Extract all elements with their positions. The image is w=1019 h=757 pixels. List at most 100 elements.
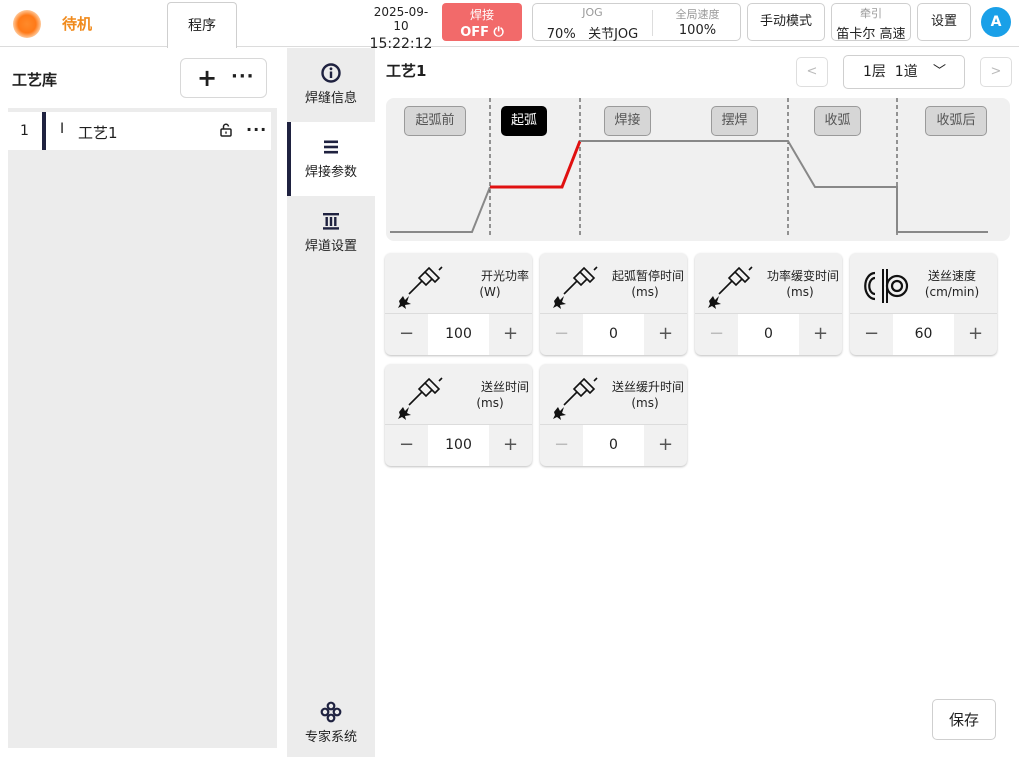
decrement-button[interactable]: − [695,314,738,355]
param-unit: (ms) [631,396,659,410]
date-text: 2025-09-10 [373,5,429,33]
param-stepper: −0 + [540,424,687,466]
param-value-input[interactable]: 100 [428,314,489,355]
layer-pass-select[interactable]: 1层 1道 ﹀ [843,55,965,89]
jog-value: 70% 关节JOG [546,27,639,42]
phase-weave[interactable]: 摆焊 [711,106,758,136]
param-card: 功率缓变时间 (ms) −0 + [695,253,842,355]
list-item-index: 1 [20,123,29,139]
param-unit: (ms) [631,285,659,299]
increment-button[interactable]: + [489,314,532,355]
nav-pass-settings-label: 焊道设置 [304,239,357,254]
jog-label: JOG [582,6,603,19]
settings-button[interactable]: 设置 [917,3,971,41]
library-list: 1 I 工艺1 ··· [8,108,277,748]
library-more-button[interactable]: ··· [231,65,255,89]
prev-pass-button[interactable]: < [796,57,828,87]
phase-weld[interactable]: 焊接 [604,106,651,136]
param-card: 送丝时间 (ms) −100 + [385,364,532,466]
param-stepper: −60 + [850,313,997,355]
increment-button[interactable]: + [799,314,842,355]
param-stepper: −100 + [385,313,532,355]
param-value-input[interactable]: 0 [583,425,644,466]
nav-pass-settings[interactable]: 焊道设置 [287,196,375,270]
global-speed-label: 全局速度 [675,8,720,21]
active-indicator [287,122,291,196]
status-indicator-icon [13,10,41,38]
list-item-cursor: I [60,121,65,137]
power-curve-rest [580,140,988,233]
nav-expert-system-label: 专家系统 [304,730,357,745]
library-actions: + ··· [180,58,267,98]
weld-toggle-label: 焊接 [469,8,494,22]
param-value-input[interactable]: 0 [583,314,644,355]
main-panel: 工艺1 < 1层 1道 ﹀ > 起弧前 起弧 焊接 摆焊 收弧 收弧后 开光功率… [375,48,1019,757]
nav-weld-params[interactable]: 焊接参数 [287,122,375,196]
library-header: 工艺库 + ··· [0,48,277,108]
nav-seam-info[interactable]: 焊缝信息 [287,48,375,122]
increment-button[interactable]: + [644,425,687,466]
list-item-name: 工艺1 [78,124,118,142]
torch-icon [398,377,443,420]
param-label: 送丝时间 [480,380,529,394]
param-stepper: −0 + [695,313,842,355]
param-value-input[interactable]: 0 [738,314,799,355]
drag-mode-button[interactable]: 牵引 笛卡尔 高速 [831,3,911,42]
drag-label: 牵引 [860,7,882,20]
param-unit: (ms) [476,396,504,410]
layer-pass-value: 1层 1道 [863,64,918,80]
param-unit: (cm/min) [924,285,980,299]
chevron-down-icon: ﹀ [932,64,946,79]
drag-value: 笛卡尔 高速 [836,27,906,42]
decrement-button[interactable]: − [385,425,428,466]
param-unit: (ms) [786,285,814,299]
torch-icon [553,377,598,420]
save-button[interactable]: 保存 [932,699,996,740]
decrement-button[interactable]: − [850,314,893,355]
status-label: 待机 [62,15,93,33]
phase-post-arc[interactable]: 收弧后 [925,106,987,136]
add-process-button[interactable]: + [197,64,217,92]
param-card: 送丝缓升时间 (ms) −0 + [540,364,687,466]
arc-start-segment [490,140,582,189]
phase-pre-arc[interactable]: 起弧前 [404,106,466,136]
global-speed-value: 100% [678,23,717,38]
decrement-button[interactable]: − [540,314,583,355]
app-root: 待机 程序 2025-09-10 15:22:12 焊接 OFF ⏻ JOG 7… [0,0,1019,757]
increment-button[interactable]: + [489,425,532,466]
info-icon [321,63,341,83]
datetime: 2025-09-10 15:22:12 [368,5,434,52]
tab-program[interactable]: 程序 [167,2,237,48]
next-pass-button[interactable]: > [980,57,1012,87]
layers-icon [323,213,339,230]
weld-phase-diagram: 起弧前 起弧 焊接 摆焊 收弧 收弧后 [386,98,1010,241]
param-label: 起弧暂停时间 [611,269,684,283]
list-item-more-button[interactable]: ··· [246,120,267,139]
list-item[interactable]: 1 I 工艺1 ··· [8,112,271,150]
jog-speed-panel[interactable]: JOG 70% 关节JOG 全局速度 100% [532,3,741,42]
avatar[interactable]: A [981,7,1011,37]
param-card: 送丝速度 (cm/min) −60 + [850,253,997,355]
increment-button[interactable]: + [954,314,997,355]
side-nav: 焊缝信息 焊接参数 焊道设置 专家系统 [287,48,375,757]
nav-expert-system[interactable]: 专家系统 [287,696,375,756]
phase-arc-start[interactable]: 起弧 [501,106,547,136]
decrement-button[interactable]: − [385,314,428,355]
weld-toggle-button[interactable]: 焊接 OFF ⏻ [442,3,522,41]
param-stepper: −100 + [385,424,532,466]
decrement-button[interactable]: − [540,425,583,466]
manual-mode-button[interactable]: 手动模式 [747,3,825,41]
torch-icon [398,266,443,309]
param-label: 功率缓变时间 [766,269,839,283]
power-curve [390,186,491,233]
top-bar: 待机 程序 2025-09-10 15:22:12 焊接 OFF ⏻ JOG 7… [0,0,1019,52]
torch-icon [553,266,598,309]
param-value-input[interactable]: 60 [893,314,954,355]
increment-button[interactable]: + [644,314,687,355]
unlock-icon[interactable] [219,123,233,137]
expert-icon [320,701,342,723]
param-value-input[interactable]: 100 [428,425,489,466]
selection-bar [42,112,46,150]
phase-arc-end[interactable]: 收弧 [814,106,861,136]
torch-icon [708,266,753,309]
